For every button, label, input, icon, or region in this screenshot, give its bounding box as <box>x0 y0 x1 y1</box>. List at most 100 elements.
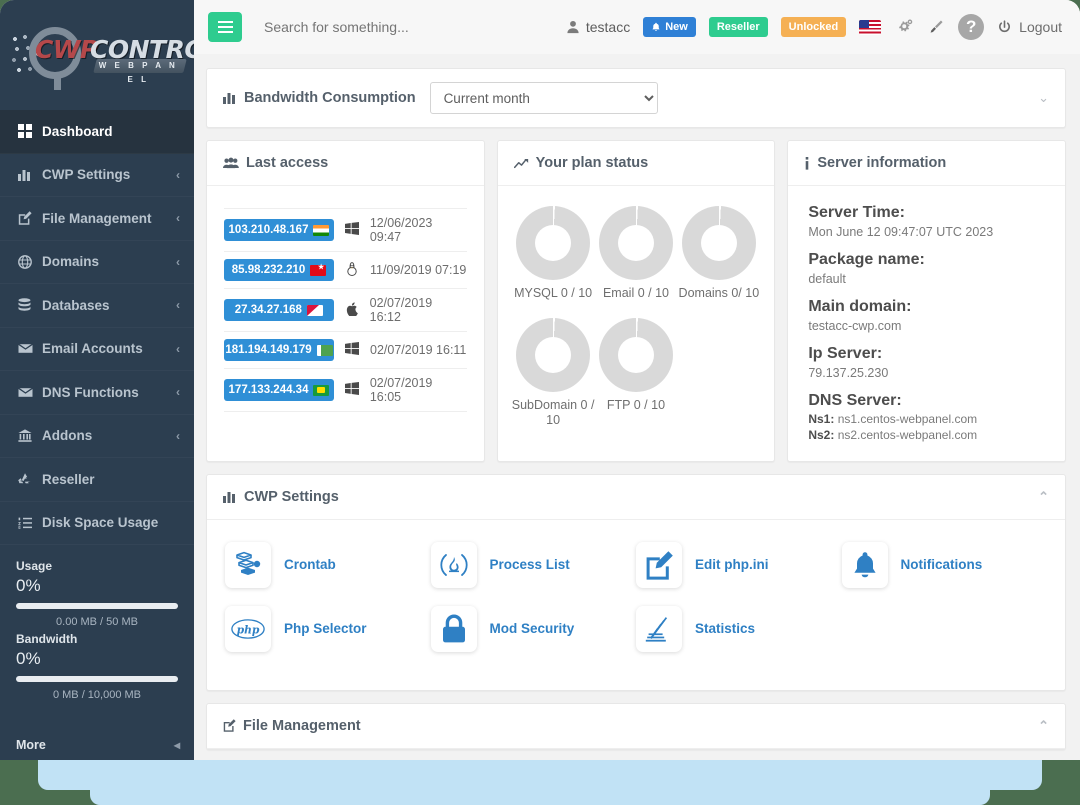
ip-badge[interactable]: 103.210.48.167 <box>224 219 334 241</box>
usage-meter: Usage 0% 0.00 MB / 50 MB Bandwidth 0% 0 … <box>0 545 194 701</box>
server-information-title: Server information <box>817 155 947 171</box>
plan-status-panel: Your plan status MYSQL 0 / 10 Email 0 / 1… <box>496 140 776 462</box>
new-notifications-badge[interactable]: New <box>643 17 696 37</box>
cwp-shortcut-php-selector[interactable]: php Php Selector <box>225 605 431 652</box>
donut-chart <box>681 206 756 280</box>
bandwidth-period-select[interactable]: Current month <box>429 82 658 114</box>
php-icon: php <box>225 605 271 652</box>
reseller-badge-label: Reseller <box>716 21 760 33</box>
bandwidth-panel-title: Bandwidth Consumption <box>223 90 416 106</box>
chevron-up-icon[interactable]: ⌃ <box>1038 718 1049 734</box>
chevron-left-icon: ◂ <box>173 738 180 752</box>
ip-address: 181.194.149.179 <box>225 344 312 356</box>
ip-server-label: Ip Server: <box>808 345 883 362</box>
logout-button[interactable]: Logout <box>997 19 1062 35</box>
ns2-value: ns2.centos-webpanel.com <box>837 428 978 442</box>
chevron-up-icon[interactable]: ⌃ <box>1038 489 1049 505</box>
dashboard-content: Bandwidth Consumption Current month ⌄ La… <box>194 54 1080 750</box>
chevron-left-icon: ‹ <box>176 341 180 356</box>
sidebar-item-databases[interactable]: Databases ‹ <box>0 284 194 328</box>
logo-cwp-text: CWP <box>35 35 98 64</box>
sidebar-item-reseller[interactable]: Reseller <box>0 458 194 502</box>
access-date: 12/06/2023 09:47 <box>369 216 433 244</box>
apple-icon <box>334 301 370 319</box>
ns1-row: Ns1: ns1.centos-webpanel.com <box>808 412 1045 426</box>
cwp-shortcut-label: Notifications <box>900 557 983 573</box>
windows-icon <box>334 382 370 398</box>
ip-badge[interactable]: 177.133.244.34 <box>224 379 334 401</box>
sidebar-item-label: File Management <box>42 210 152 226</box>
linux-icon <box>334 261 370 279</box>
sidebar-item-label: Disk Space Usage <box>42 515 159 531</box>
cwp-settings-title: CWP Settings <box>244 488 339 505</box>
cwp-shortcut-label: Mod Security <box>489 621 575 637</box>
sidebar-item-cwp-settings[interactable]: CWP Settings ‹ <box>0 154 194 198</box>
sidebar: CWP CONTROL W E B P A N E L Dashboard CWP… <box>0 0 194 760</box>
bell-icon <box>841 541 888 588</box>
settings-gears-icon[interactable] <box>894 18 914 36</box>
sidebar-item-label: Reseller <box>42 471 95 487</box>
last-access-panel: Last access 103.210.48.167 12/06/2023 09:… <box>206 140 485 462</box>
logo-tagline-banner: W E B P A N E L <box>93 59 187 84</box>
cwp-shortcut-label: Edit php.ini <box>695 557 769 573</box>
ip-badge[interactable]: 181.194.149.179 <box>224 339 334 361</box>
donut-chart <box>598 317 673 392</box>
chevron-down-icon[interactable]: ⌄ <box>1038 90 1049 106</box>
sidebar-nav: Dashboard CWP Settings ‹ File Management ‹ Do… <box>0 110 194 545</box>
usage-progress-bar <box>16 603 178 609</box>
usage-detail: 0.00 MB / 50 MB <box>56 616 138 628</box>
plan-status-title: Your plan status <box>535 155 649 171</box>
last-access-row: 85.98.232.210 11/09/2019 07:19 <box>224 252 467 289</box>
theme-brush-icon[interactable] <box>927 18 945 36</box>
bandwidth-title: Bandwidth <box>16 632 78 646</box>
donut-chart <box>516 206 591 280</box>
help-icon[interactable]: ? <box>958 14 985 40</box>
top-bar-actions: testacc New Reseller Unlocked ? Logout <box>566 14 1062 40</box>
country-flag-br-icon <box>313 384 330 396</box>
brand-logo[interactable]: CWP CONTROL W E B P A N E L <box>0 0 194 110</box>
sidebar-item-label: DNS Functions <box>42 384 139 400</box>
chevron-left-icon: ‹ <box>176 428 180 443</box>
us-flag-icon[interactable] <box>859 19 882 35</box>
unlocked-badge[interactable]: Unlocked <box>780 17 847 37</box>
plan-status-label: Domains 0/ 10 <box>678 286 760 300</box>
reseller-badge[interactable]: Reseller <box>708 17 768 37</box>
sidebar-item-dashboard[interactable]: Dashboard <box>0 110 194 154</box>
bell-icon <box>652 22 660 31</box>
plan-status-item: MYSQL 0 / 10 <box>512 206 595 302</box>
cwp-shortcut-process-list[interactable]: Process List <box>430 541 637 588</box>
search-input[interactable] <box>264 19 514 35</box>
main-domain-value: testacc-cwp.com <box>808 319 902 333</box>
menu-toggle-button[interactable] <box>208 12 242 42</box>
sidebar-item-email-accounts[interactable]: Email Accounts ‹ <box>0 328 194 372</box>
sidebar-more-toggle[interactable]: More ◂ <box>0 730 194 760</box>
country-flag-pk-icon <box>316 344 333 356</box>
app-window: CWP CONTROL W E B P A N E L Dashboard CWP… <box>0 0 1080 760</box>
cwp-shortcut-statistics[interactable]: Statistics <box>636 605 842 652</box>
plan-status-item: Email 0 / 10 <box>595 206 678 302</box>
main-domain-label: Main domain: <box>808 298 912 315</box>
cwp-shortcut-crontab[interactable]: Crontab <box>225 541 431 588</box>
ip-server-value: 79.137.25.230 <box>808 366 889 380</box>
cwp-shortcut-edit-php-ini[interactable]: Edit php.ini <box>636 541 842 588</box>
edit-square-icon <box>223 719 236 733</box>
plan-status-item: Domains 0/ 10 <box>677 206 760 302</box>
ip-badge[interactable]: 85.98.232.210 <box>224 259 334 281</box>
sidebar-item-disk-space-usage[interactable]: Disk Space Usage <box>0 502 194 546</box>
cwp-shortcut-mod-security[interactable]: Mod Security <box>430 605 637 652</box>
ip-address: 103.210.48.167 <box>228 224 309 236</box>
sidebar-item-domains[interactable]: Domains ‹ <box>0 241 194 285</box>
user-menu[interactable]: testacc <box>566 19 630 35</box>
sidebar-item-label: Domains <box>42 254 100 270</box>
ns2-row: Ns2: ns2.centos-webpanel.com <box>808 428 1045 442</box>
file-management-panel: File Management ⌃ <box>206 702 1066 750</box>
cwp-settings-panel: CWP Settings ⌃ Crontab Process List Edit p… <box>206 473 1066 691</box>
chart-bar-icon <box>223 93 235 104</box>
cwp-shortcut-notifications[interactable]: Notifications <box>841 541 1048 588</box>
sidebar-item-file-management[interactable]: File Management ‹ <box>0 197 194 241</box>
bandwidth-percent: 0% <box>16 649 41 668</box>
sidebar-item-addons[interactable]: Addons ‹ <box>0 415 194 459</box>
sidebar-item-dns-functions[interactable]: DNS Functions ‹ <box>0 371 194 415</box>
sidebar-item-label: Email Accounts <box>42 341 143 357</box>
ip-badge[interactable]: 27.34.27.168 <box>224 299 334 321</box>
